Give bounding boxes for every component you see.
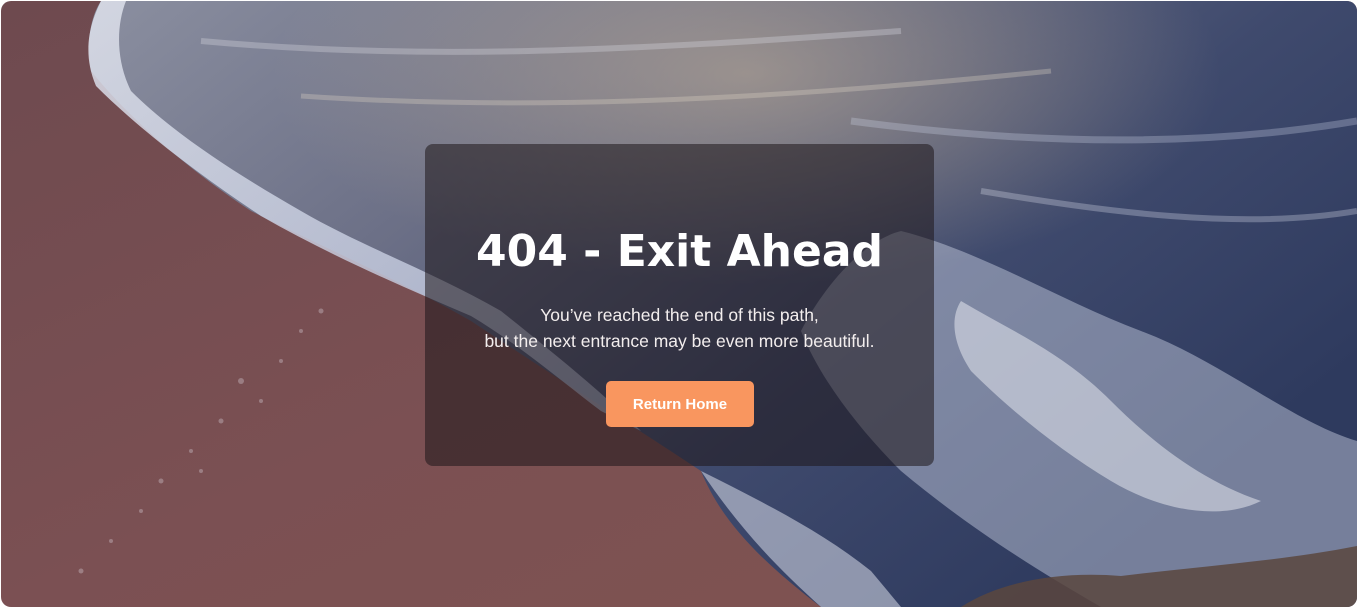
error-message-line-1: You’ve reached the end of this path, (540, 305, 819, 325)
return-home-button[interactable]: Return Home (606, 381, 754, 427)
error-title: 404 - Exit Ahead (475, 226, 884, 277)
error-card: 404 - Exit Ahead You’ve reached the end … (425, 144, 934, 466)
error-message: You’ve reached the end of this path, but… (425, 302, 934, 354)
error-message-line-2: but the next entrance may be even more b… (484, 331, 875, 351)
page-frame: 404 - Exit Ahead You’ve reached the end … (1, 1, 1357, 607)
